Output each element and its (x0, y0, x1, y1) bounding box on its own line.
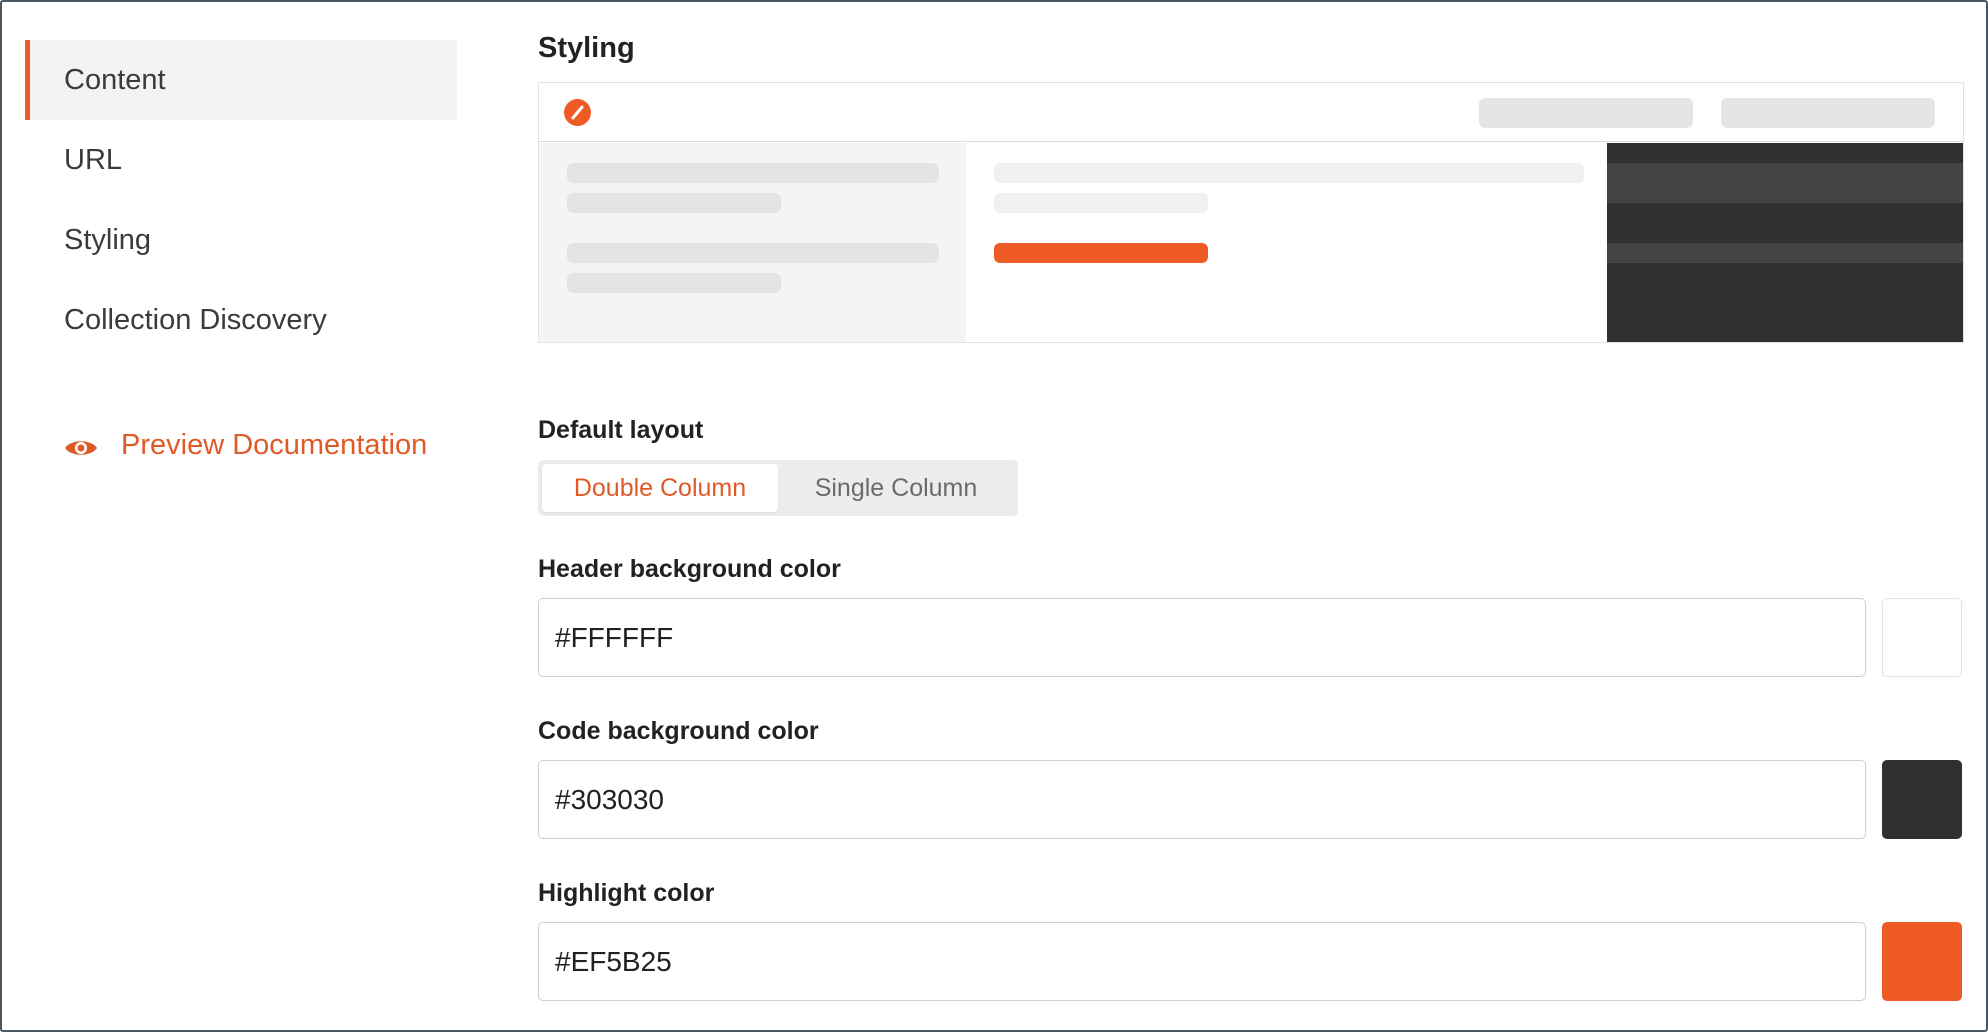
header-bg-label: Header background color (538, 555, 841, 583)
sidebar-item-content[interactable]: Content (25, 40, 457, 120)
preview-accent-bar (994, 243, 1208, 263)
styling-preview (538, 82, 1964, 343)
sidebar-item-url[interactable]: URL (25, 120, 457, 200)
highlight-color-swatch[interactable] (1882, 922, 1962, 1001)
preview-line (994, 163, 1584, 183)
preview-documentation-label: Preview Documentation (121, 428, 428, 461)
preview-code-line (1607, 163, 1963, 203)
layout-toggle: Double Column Single Column (538, 460, 1018, 516)
sidebar-item-styling[interactable]: Styling (25, 200, 457, 280)
header-bg-swatch[interactable] (1882, 598, 1962, 677)
preview-code-line (1607, 243, 1963, 263)
preview-line (567, 163, 939, 183)
preview-line (567, 193, 781, 213)
sidebar-item-label: URL (64, 143, 123, 176)
eye-icon (64, 434, 98, 456)
preview-sidebar (539, 143, 966, 342)
preview-header-placeholder (1479, 98, 1693, 128)
preview-documentation-link[interactable]: Preview Documentation (64, 420, 427, 470)
highlight-color-input[interactable] (538, 922, 1866, 1001)
sidebar-item-label: Collection Discovery (64, 303, 327, 336)
sidebar-item-label: Content (64, 63, 166, 96)
code-bg-input[interactable] (538, 760, 1866, 839)
preview-line (994, 193, 1208, 213)
page-title: Styling (538, 32, 635, 64)
highlight-color-label: Highlight color (538, 879, 715, 907)
preview-header (539, 83, 1963, 142)
preview-header-placeholder (1721, 98, 1935, 128)
sidebar-item-collection-discovery[interactable]: Collection Discovery (25, 280, 457, 360)
double-column-option[interactable]: Double Column (542, 464, 778, 512)
default-layout-label: Default layout (538, 416, 704, 444)
settings-window: Content URL Styling Collection Discovery… (0, 0, 1988, 1032)
sidebar-item-label: Styling (64, 223, 152, 256)
logo-icon (564, 99, 591, 126)
header-bg-input[interactable] (538, 598, 1866, 677)
code-bg-swatch[interactable] (1882, 760, 1962, 839)
preview-line (567, 243, 939, 263)
preview-line (567, 273, 781, 293)
code-bg-label: Code background color (538, 717, 819, 745)
preview-code-panel (1607, 143, 1963, 342)
single-column-option[interactable]: Single Column (778, 464, 1014, 512)
